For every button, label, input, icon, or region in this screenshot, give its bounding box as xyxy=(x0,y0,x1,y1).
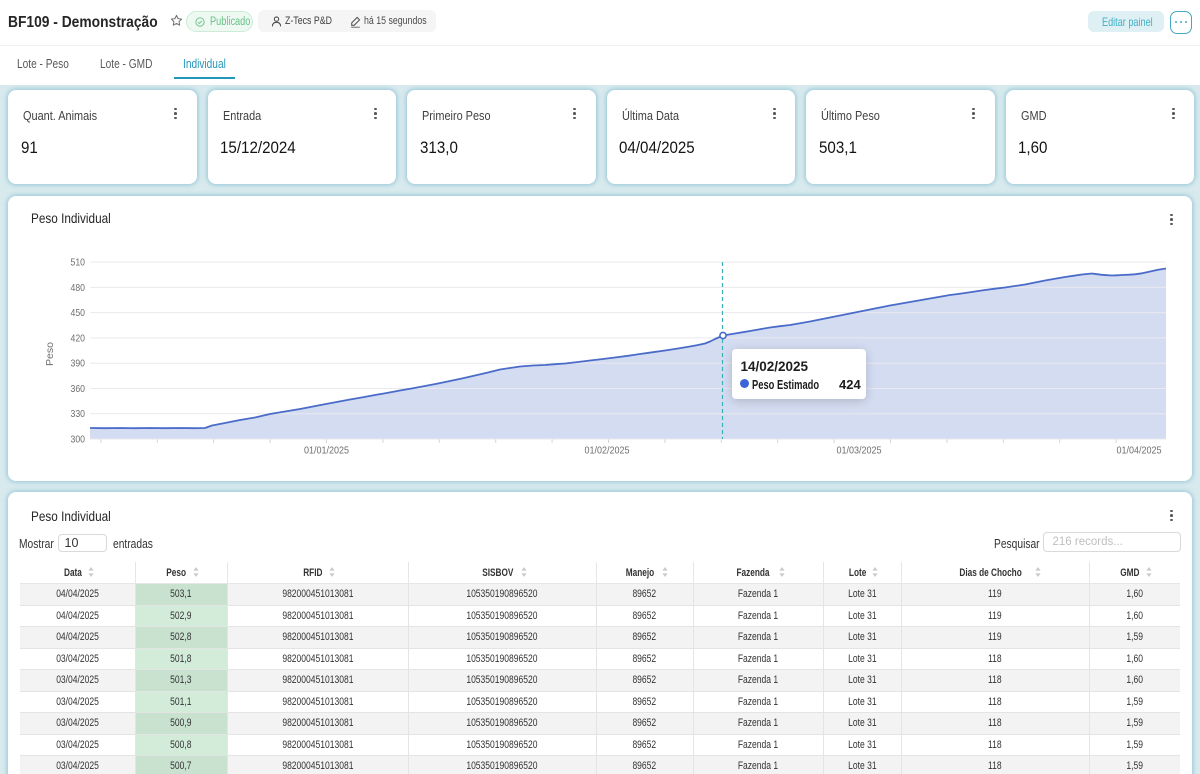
svg-text:Peso: Peso xyxy=(44,342,56,366)
svg-text:360: 360 xyxy=(71,383,86,395)
svg-text:480: 480 xyxy=(71,282,86,294)
svg-text:390: 390 xyxy=(71,358,86,370)
svg-text:510: 510 xyxy=(71,257,86,269)
svg-text:01/01/2025: 01/01/2025 xyxy=(304,445,349,457)
svg-text:01/04/2025: 01/04/2025 xyxy=(1117,445,1162,457)
svg-text:01/02/2025: 01/02/2025 xyxy=(585,445,630,457)
svg-text:330: 330 xyxy=(71,408,86,420)
svg-text:01/03/2025: 01/03/2025 xyxy=(837,445,882,457)
svg-text:300: 300 xyxy=(71,434,86,446)
svg-text:420: 420 xyxy=(71,332,86,344)
svg-text:450: 450 xyxy=(71,307,86,319)
